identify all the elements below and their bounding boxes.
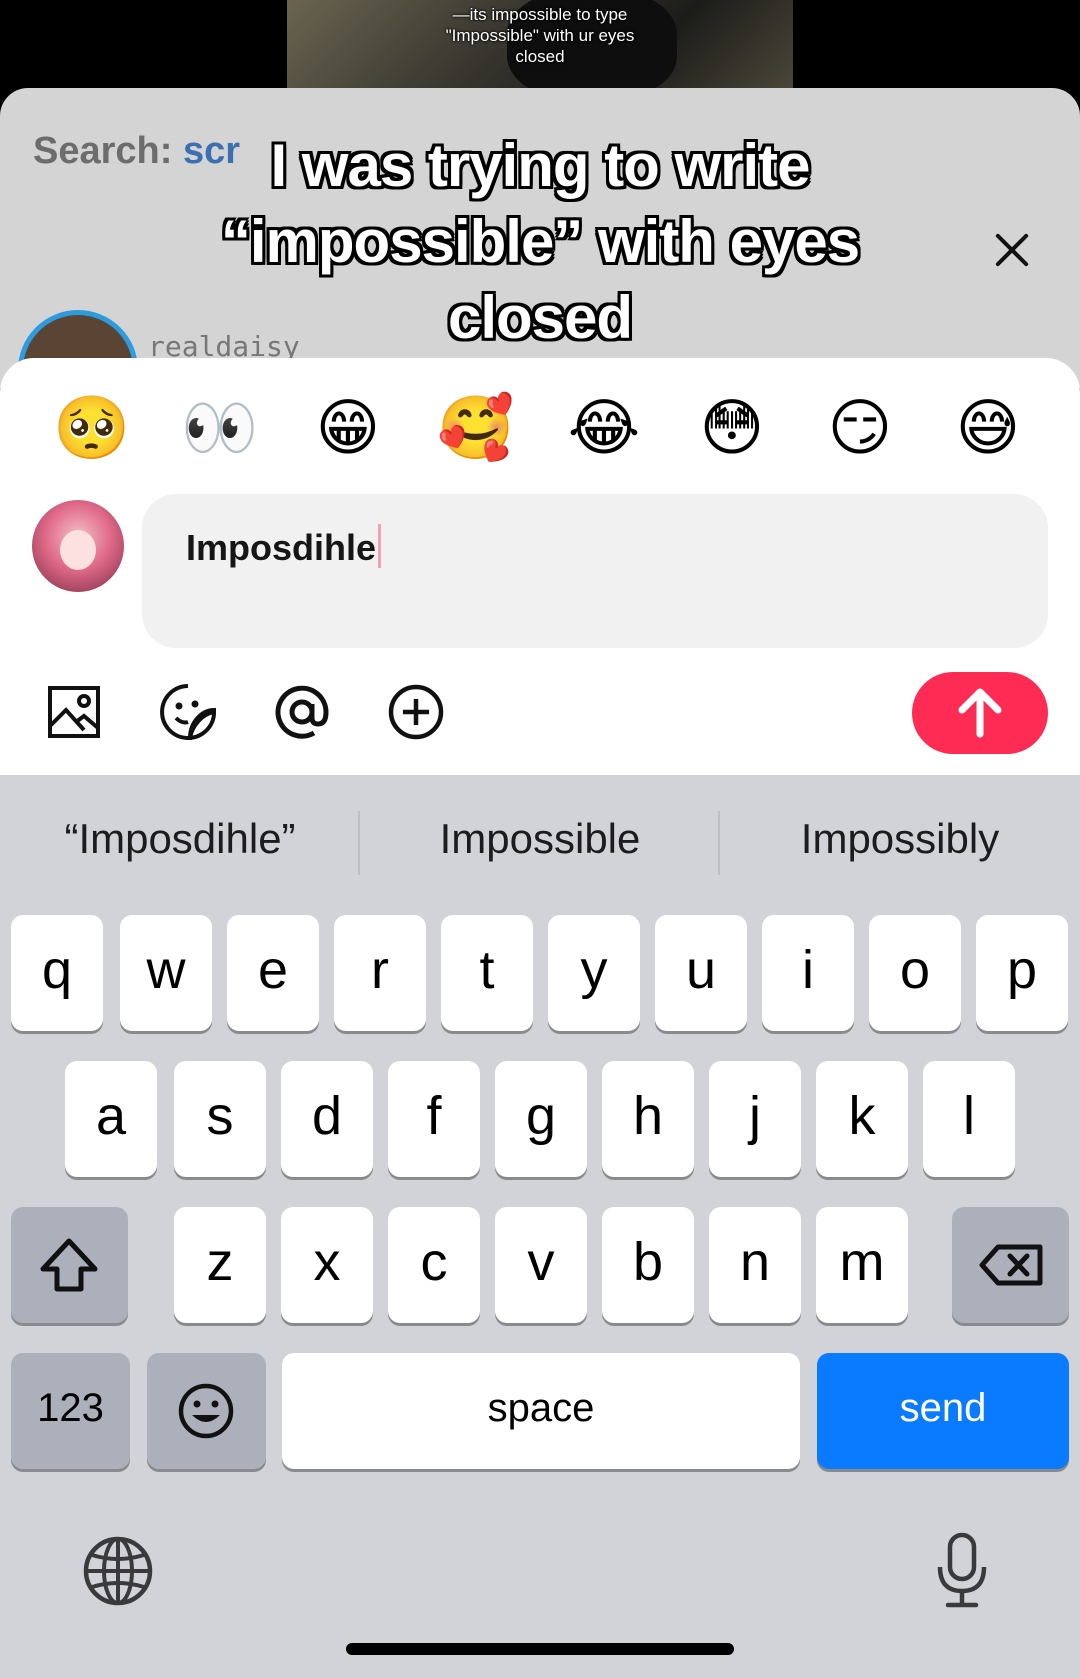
key-g[interactable]: g (495, 1061, 587, 1177)
sticker-icon[interactable] (158, 682, 218, 742)
home-indicator (346, 1643, 734, 1655)
overlay-caption-line: I was trying to write (270, 132, 810, 199)
globe-icon[interactable] (82, 1535, 154, 1607)
key-v[interactable]: v (495, 1207, 587, 1323)
comment-composer: 🥺 👀 😁 🥰 😂 😳 😏 😅 Imposdihle (0, 358, 1080, 775)
key-p[interactable]: p (976, 915, 1068, 1031)
emoji-grin[interactable]: 😁 (308, 388, 388, 468)
key-s[interactable]: s (174, 1061, 266, 1177)
key-a[interactable]: a (65, 1061, 157, 1177)
video-strip: —its impossible to type "Impossible" wit… (0, 0, 1080, 100)
emoji-hearts[interactable]: 🥰 (436, 388, 516, 468)
comment-input-text: Imposdihle (186, 524, 382, 569)
arrow-up-icon (958, 688, 1002, 738)
key-w[interactable]: w (120, 915, 212, 1031)
backspace-key[interactable] (952, 1207, 1069, 1323)
microphone-icon[interactable] (932, 1531, 992, 1611)
space-key[interactable]: space (282, 1353, 800, 1469)
shift-key[interactable] (11, 1207, 128, 1323)
comment-input[interactable]: Imposdihle (142, 494, 1048, 648)
key-l[interactable]: l (923, 1061, 1015, 1177)
video-caption-line: closed (515, 47, 565, 66)
add-icon[interactable] (386, 682, 446, 742)
quick-emoji-bar: 🥺 👀 😁 🥰 😂 😳 😏 😅 (0, 388, 1080, 468)
emoji-pleading[interactable]: 🥺 (52, 388, 132, 468)
mention-icon[interactable] (272, 682, 332, 742)
key-h[interactable]: h (602, 1061, 694, 1177)
key-n[interactable]: n (709, 1207, 801, 1323)
key-o[interactable]: o (869, 915, 961, 1031)
suggestion-literal[interactable]: “Imposdihle” (0, 815, 360, 863)
overlay-caption-line: closed (447, 284, 633, 351)
emoji-face-icon (178, 1383, 234, 1439)
key-b[interactable]: b (602, 1207, 694, 1323)
send-key[interactable]: send (817, 1353, 1069, 1469)
shift-icon (40, 1238, 98, 1292)
key-y[interactable]: y (548, 915, 640, 1031)
video-caption: —its impossible to type "Impossible" wit… (0, 4, 1080, 67)
key-e[interactable]: e (227, 915, 319, 1031)
key-x[interactable]: x (281, 1207, 373, 1323)
text-caret (378, 524, 382, 568)
key-i[interactable]: i (762, 915, 854, 1031)
key-j[interactable]: j (709, 1061, 801, 1177)
key-q[interactable]: q (11, 915, 103, 1031)
emoji-joy[interactable]: 😂 (564, 388, 644, 468)
emoji-flushed[interactable]: 😳 (692, 388, 772, 468)
video-caption-line: —its impossible to type (452, 5, 628, 24)
emoji-sweat-smile[interactable]: 😅 (948, 388, 1028, 468)
overlay-caption: I was trying to write “impossible” with … (0, 128, 1080, 356)
predictive-bar: “Imposdihle” Impossible Impossibly (0, 775, 1080, 885)
ios-keyboard: “Imposdihle” Impossible Impossibly q w e… (0, 775, 1080, 1678)
emoji-key[interactable] (147, 1353, 266, 1469)
key-d[interactable]: d (281, 1061, 373, 1177)
numbers-key[interactable]: 123 (11, 1353, 130, 1469)
key-c[interactable]: c (388, 1207, 480, 1323)
suggestion-impossible[interactable]: Impossible (360, 815, 720, 863)
key-f[interactable]: f (388, 1061, 480, 1177)
emoji-eyes[interactable]: 👀 (180, 388, 260, 468)
key-m[interactable]: m (816, 1207, 908, 1323)
key-r[interactable]: r (334, 915, 426, 1031)
comment-input-value: Imposdihle (186, 527, 377, 568)
video-caption-line: "Impossible" with ur eyes (445, 26, 635, 45)
key-u[interactable]: u (655, 915, 747, 1031)
user-avatar (32, 500, 124, 592)
key-z[interactable]: z (174, 1207, 266, 1323)
key-k[interactable]: k (816, 1061, 908, 1177)
overlay-caption-line: “impossible” with eyes (220, 208, 860, 275)
post-comment-button[interactable] (912, 672, 1048, 754)
image-icon[interactable] (44, 682, 104, 742)
backspace-icon (979, 1244, 1043, 1286)
suggestion-impossibly[interactable]: Impossibly (720, 815, 1080, 863)
key-t[interactable]: t (441, 915, 533, 1031)
emoji-smirk[interactable]: 😏 (820, 388, 900, 468)
